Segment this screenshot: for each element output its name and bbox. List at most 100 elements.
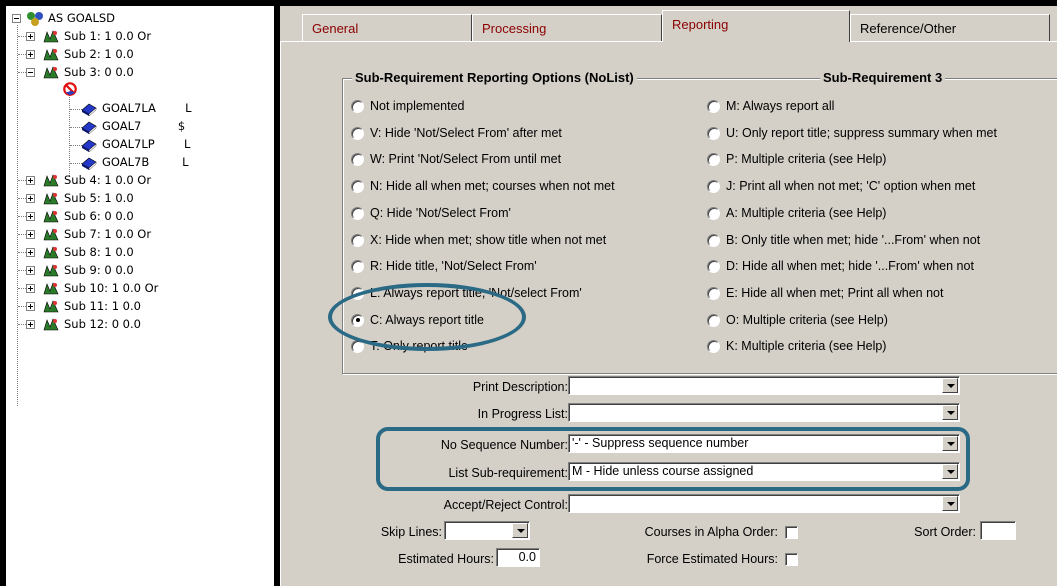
reporting-option-radio[interactable]: B: Only title when met; hide '...From' w… xyxy=(707,231,1057,250)
expand-icon[interactable] xyxy=(26,176,35,185)
expand-icon[interactable] xyxy=(26,32,35,41)
reporting-option-radio[interactable]: A: Multiple criteria (see Help) xyxy=(707,204,1057,223)
tree-node-sub-7[interactable]: Sub 7: 1 0.0 Or xyxy=(6,226,274,243)
reporting-option-radio[interactable]: J: Print all when not met; 'C' option wh… xyxy=(707,177,1057,196)
expand-icon[interactable] xyxy=(26,284,35,293)
sort-order-input[interactable] xyxy=(980,521,1016,540)
radio-circle[interactable] xyxy=(707,206,720,220)
tree-node-course[interactable]: GOAL7LP L xyxy=(6,136,274,153)
reporting-option-radio[interactable]: E: Hide all when met; Print all when not xyxy=(707,284,1057,303)
tree-node-label: Sub 3: 0 0.0 xyxy=(64,65,134,79)
tab-reporting[interactable]: Reporting xyxy=(662,10,850,42)
reporting-option-radio[interactable]: P: Multiple criteria (see Help) xyxy=(707,150,1057,169)
sub-requirement-icon xyxy=(43,264,59,277)
radio-circle[interactable] xyxy=(351,206,364,220)
radio-label: D: Hide all when met; hide '...From' whe… xyxy=(726,259,974,274)
radio-circle[interactable] xyxy=(707,313,720,327)
tree-node-sub-6[interactable]: Sub 6: 0 0.0 xyxy=(6,208,274,225)
reporting-option-radio[interactable]: X: Hide when met; show title when not me… xyxy=(351,231,681,250)
radio-label: R: Hide title, 'Not/Select From' xyxy=(370,259,537,274)
radio-circle[interactable] xyxy=(707,340,720,354)
reporting-option-radio[interactable]: Q: Hide 'Not/Select From' xyxy=(351,204,681,223)
tree-node-sub-8[interactable]: Sub 8: 1 0.0 xyxy=(6,244,274,261)
tab-reference-other[interactable]: Reference/Other xyxy=(850,14,1050,41)
accept-reject-control-dropdown[interactable] xyxy=(568,494,960,513)
reporting-option-radio[interactable]: V: Hide 'Not/Select From' after met xyxy=(351,124,681,143)
tree-node-sub-4[interactable]: Sub 4: 1 0.0 Or xyxy=(6,172,274,189)
reporting-option-radio[interactable]: D: Hide all when met; hide '...From' whe… xyxy=(707,257,1057,276)
skip-lines-label: Skip Lines: xyxy=(380,525,442,539)
tree-node-sub-12[interactable]: Sub 12: 0 0.0 xyxy=(6,316,274,333)
expand-icon[interactable] xyxy=(26,212,35,221)
tree-node-label: AS GOALSD xyxy=(48,11,116,25)
reporting-option-radio[interactable]: M: Always report all xyxy=(707,97,1057,116)
in-progress-list-label: In Progress List: xyxy=(477,407,568,421)
radio-circle[interactable] xyxy=(351,126,364,140)
expand-icon[interactable] xyxy=(26,230,35,239)
expand-icon[interactable] xyxy=(26,302,35,311)
no-sign-icon xyxy=(63,82,77,96)
radio-label: A: Multiple criteria (see Help) xyxy=(726,205,887,220)
print-description-dropdown[interactable] xyxy=(568,376,960,395)
radio-label: B: Only title when met; hide '...From' w… xyxy=(726,232,981,247)
radio-circle[interactable] xyxy=(707,180,720,194)
radio-circle[interactable] xyxy=(707,233,720,247)
courses-alpha-order-label: Courses in Alpha Order: xyxy=(644,525,778,539)
tree-node-sub-11[interactable]: Sub 11: 1 0.0 xyxy=(6,298,274,315)
courses-alpha-order-checkbox[interactable] xyxy=(785,526,798,539)
expand-icon[interactable] xyxy=(26,194,35,203)
tree-node-sub-2[interactable]: Sub 2: 1 0.0 xyxy=(6,46,274,63)
reporting-option-radio[interactable]: Not implemented xyxy=(351,97,681,116)
chevron-down-icon[interactable] xyxy=(942,378,958,393)
tree-node-sub-3[interactable]: Sub 3: 0 0.0 xyxy=(6,64,274,81)
skip-lines-dropdown[interactable] xyxy=(444,521,530,540)
collapse-icon[interactable] xyxy=(26,68,35,77)
in-progress-list-dropdown[interactable] xyxy=(568,403,960,422)
tree-node-label: Sub 10: 1 0.0 Or xyxy=(64,281,159,295)
expand-icon[interactable] xyxy=(26,266,35,275)
expand-icon[interactable] xyxy=(26,320,35,329)
collapse-icon[interactable] xyxy=(12,14,21,23)
tree-node-course[interactable]: GOAL7B L xyxy=(6,154,274,171)
radio-circle[interactable] xyxy=(707,260,720,274)
reporting-option-radio[interactable]: O: Multiple criteria (see Help) xyxy=(707,311,1057,330)
radio-circle[interactable] xyxy=(351,100,364,113)
tree-node-sub-9[interactable]: Sub 9: 0 0.0 xyxy=(6,262,274,279)
radio-circle[interactable] xyxy=(351,260,364,274)
tree-node-label: GOAL7LP L xyxy=(102,137,191,151)
sub-requirement-icon xyxy=(43,192,59,205)
chevron-down-icon[interactable] xyxy=(512,523,528,538)
tree-node-sub-10[interactable]: Sub 10: 1 0.0 Or xyxy=(6,280,274,297)
tab-general[interactable]: General xyxy=(302,14,472,41)
chevron-down-icon[interactable] xyxy=(942,496,958,511)
radio-circle[interactable] xyxy=(707,286,720,300)
tab-processing[interactable]: Processing xyxy=(472,14,662,41)
accept-reject-control-label: Accept/Reject Control: xyxy=(443,498,568,512)
tree-node-root[interactable]: AS GOALSD xyxy=(6,10,274,27)
radio-circle[interactable] xyxy=(707,126,720,140)
reporting-option-radio[interactable]: W: Print 'Not/Select From until met xyxy=(351,150,681,169)
reporting-option-radio[interactable]: R: Hide title, 'Not/Select From' xyxy=(351,257,681,276)
tree-node-sub-5[interactable]: Sub 5: 1 0.0 xyxy=(6,190,274,207)
radio-label: U: Only report title; suppress summary w… xyxy=(726,125,997,140)
chevron-down-icon[interactable] xyxy=(942,405,958,420)
tree-node-course[interactable]: GOAL7 $ xyxy=(6,118,274,135)
requirements-tree[interactable]: AS GOALSD Sub 1: 1 0.0 Or Sub 2: 1 0.0 S… xyxy=(6,6,277,586)
force-estimated-hours-checkbox[interactable] xyxy=(785,553,798,566)
radio-circle[interactable] xyxy=(707,100,720,113)
tree-node-course[interactable]: GOAL7LA L xyxy=(6,100,274,117)
tree-node-sub-1[interactable]: Sub 1: 1 0.0 Or xyxy=(6,28,274,45)
expand-icon[interactable] xyxy=(26,50,35,59)
tree-node-no-sign[interactable] xyxy=(6,82,274,99)
estimated-hours-input[interactable]: 0.0 xyxy=(496,548,540,567)
radio-circle[interactable] xyxy=(351,153,364,167)
radio-circle[interactable] xyxy=(351,233,364,247)
reporting-option-radio[interactable]: N: Hide all when met; courses when not m… xyxy=(351,177,681,196)
expand-icon[interactable] xyxy=(26,248,35,257)
reporting-option-radio[interactable]: U: Only report title; suppress summary w… xyxy=(707,124,1057,143)
radio-circle[interactable] xyxy=(707,153,720,167)
radio-circle[interactable] xyxy=(351,180,364,194)
reporting-option-radio[interactable]: K: Multiple criteria (see Help) xyxy=(707,337,1057,356)
application-frame: AS GOALSD Sub 1: 1 0.0 Or Sub 2: 1 0.0 S… xyxy=(0,0,1057,586)
sub-requirement-icon xyxy=(43,282,59,295)
